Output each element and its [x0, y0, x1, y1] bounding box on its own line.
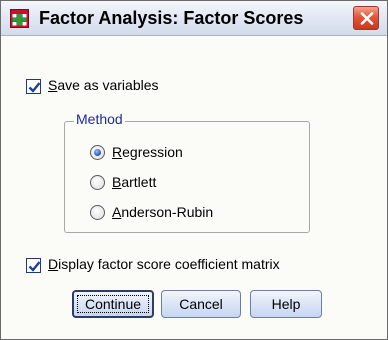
help-label: Help [271, 296, 301, 312]
radio-regression-label[interactable]: Regression [112, 144, 183, 160]
close-icon [360, 12, 374, 25]
display-matrix-label[interactable]: Display factor score coefficient matrix [48, 256, 280, 272]
radio-anderson-rubin[interactable] [90, 205, 105, 220]
method-legend: Method [74, 111, 125, 127]
dialog-window: Factor Analysis: Factor Scores Save as v… [0, 0, 388, 340]
help-button[interactable]: Help [250, 290, 322, 318]
radio-selected-dot [94, 149, 101, 156]
cancel-button[interactable]: Cancel [161, 290, 241, 318]
close-button[interactable] [353, 6, 379, 30]
radio-regression[interactable] [90, 145, 105, 160]
radio-anderson-rubin-label[interactable]: Anderson-Rubin [112, 204, 213, 220]
title-bar[interactable]: Factor Analysis: Factor Scores [1, 1, 387, 36]
focus-rectangle [77, 295, 149, 313]
window-title: Factor Analysis: Factor Scores [39, 8, 304, 28]
radio-bartlett-label[interactable]: Bartlett [112, 174, 156, 190]
radio-bartlett[interactable] [90, 175, 105, 190]
check-icon [28, 82, 41, 93]
save-variables-checkbox[interactable] [26, 79, 41, 94]
display-matrix-checkbox[interactable] [26, 258, 41, 273]
continue-button[interactable]: Continue [72, 290, 154, 318]
cancel-label: Cancel [179, 296, 223, 312]
save-variables-label[interactable]: Save as variables [48, 77, 159, 93]
check-icon [28, 261, 41, 272]
spss-dialog-icon [10, 9, 29, 28]
